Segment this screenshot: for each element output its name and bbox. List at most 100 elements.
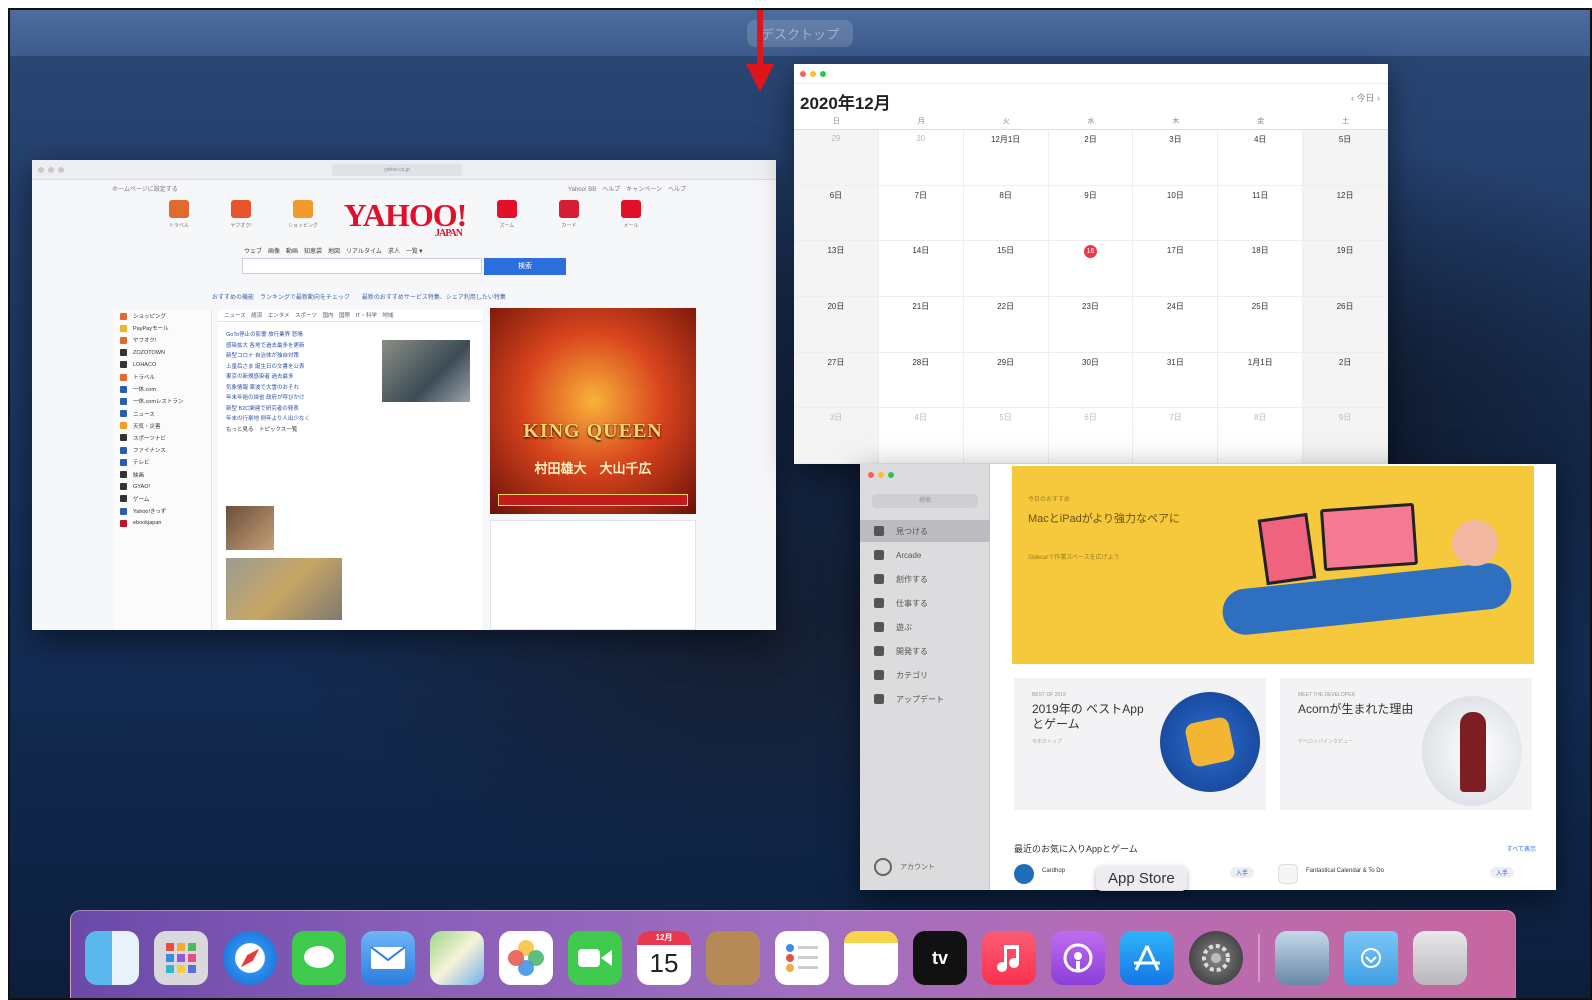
facetime-icon[interactable] [568, 931, 622, 985]
news-item[interactable]: GoTo停止の影響 旅行業界 悲鳴 [218, 330, 368, 341]
sidebar-item[interactable]: Yahoo!きっず [114, 505, 211, 517]
day-cell[interactable]: 10日 [1133, 185, 1219, 242]
login-box[interactable] [490, 520, 696, 630]
contacts-icon[interactable] [706, 931, 760, 985]
featured-banner[interactable]: 今日のおすすめ MacとiPadがより強力なペアに Sidecarで作業スペース… [1012, 466, 1534, 664]
sidebar-item[interactable]: 一休.com [114, 383, 211, 395]
system-preferences-icon[interactable] [1189, 931, 1243, 985]
today-cell[interactable]: 16日 [1048, 241, 1134, 297]
day-cell[interactable]: 26日 [1303, 297, 1388, 353]
advertisement-banner[interactable]: KING QUEEN 村田雄大 大山千広 [490, 308, 696, 514]
minimize-button[interactable] [48, 167, 54, 173]
sidebar-item-create[interactable]: 創作する [860, 568, 990, 590]
zoom-button[interactable] [58, 167, 64, 173]
sidebar-item-discover[interactable]: 見つける [860, 520, 990, 542]
day-cell[interactable]: 5日 [1303, 130, 1388, 186]
safari-window[interactable]: yahoo.co.jp ホームページに設定する Yahoo! BB ヘルプ キャ… [32, 160, 776, 630]
day-cell[interactable]: 25日 [1218, 297, 1304, 353]
day-cell[interactable]: 30日 [1048, 352, 1134, 409]
yahoo-notice[interactable]: おすすめの機能 ランキングで最新動向をチェック 最新のおすすめサービス特集、シェ… [212, 292, 506, 301]
news-tabs[interactable]: ニュース 経済 エンタメ スポーツ 国内 国際 IT・科学 地域 [218, 310, 482, 322]
service-mail[interactable]: メール [606, 200, 656, 229]
news-item[interactable]: 感染拡大 各地で過去最多を更新 [218, 341, 368, 352]
news-item[interactable]: 新型 B2C関連で研究者の発表 [218, 404, 368, 415]
news-item[interactable]: 東京の新規感染者 過去最多 [218, 372, 368, 383]
day-cell[interactable]: 2日 [1048, 130, 1134, 186]
sidebar-item-arcade[interactable]: Arcade [860, 544, 990, 566]
sidebar-item[interactable]: LOHACO [114, 359, 211, 371]
sidebar-item[interactable]: トラベル [114, 371, 211, 383]
see-all-link[interactable]: すべて表示 [1507, 844, 1536, 853]
story-card[interactable]: BEST OF 2019 2019年の ベストAppとゲーム 今年のトップ [1014, 678, 1266, 810]
get-button[interactable]: 入手 [1490, 867, 1515, 878]
notes-icon[interactable] [844, 931, 898, 985]
day-cell[interactable]: 2日 [1303, 352, 1388, 409]
window-controls[interactable] [800, 71, 826, 77]
day-cell[interactable]: 8日 [1218, 408, 1304, 464]
story-card[interactable]: MEET THE DEVELOPER Acornが生まれた理由 デベロッパインタ… [1280, 678, 1532, 810]
day-cell[interactable]: 21日 [878, 297, 964, 353]
music-icon[interactable] [982, 931, 1036, 985]
sidebar-item[interactable]: PayPayモール [114, 322, 211, 334]
news-item[interactable]: 年末年始の帰省 政府が呼びかけ [218, 393, 368, 404]
sidebar-item[interactable]: GYAO! [114, 481, 211, 493]
day-cell[interactable]: 17日 [1133, 241, 1219, 297]
day-cell[interactable]: 12月1日 [963, 130, 1049, 186]
day-cell[interactable]: 24日 [1133, 297, 1219, 353]
service-shopping[interactable]: ショッピング [278, 200, 328, 229]
service-travel[interactable]: トラベル [154, 200, 204, 229]
sidebar-item[interactable]: 映画 [114, 468, 211, 480]
day-cell[interactable]: 3日 [1133, 130, 1219, 186]
safari-icon[interactable] [223, 931, 277, 985]
address-bar[interactable]: yahoo.co.jp [332, 164, 462, 176]
sidebar-item[interactable]: ファイナンス [114, 444, 211, 456]
window-controls[interactable] [38, 167, 64, 173]
messages-icon[interactable] [292, 931, 346, 985]
sidebar-item[interactable]: 一休.comレストラン [114, 395, 211, 407]
finder-icon[interactable] [85, 931, 139, 985]
day-cell[interactable]: 7日 [1133, 408, 1219, 464]
sidebar-item[interactable]: スポーツナビ [114, 432, 211, 444]
sidebar-item-work[interactable]: 仕事する [860, 592, 990, 614]
sidebar-item[interactable]: 天気・災害 [114, 420, 211, 432]
day-cell[interactable]: 29日 [963, 352, 1049, 409]
launchpad-icon[interactable] [154, 931, 208, 985]
sidebar-item[interactable]: ZOZOTOWN [114, 347, 211, 359]
sidebar-item-develop[interactable]: 開発する [860, 640, 990, 662]
trash-icon[interactable] [1413, 931, 1467, 985]
day-cell[interactable]: 31日 [1133, 352, 1219, 409]
day-cell[interactable]: 23日 [1048, 297, 1134, 353]
top-links[interactable]: Yahoo! BB ヘルプ キャンペーン ヘルプ [568, 184, 686, 196]
day-cell[interactable]: 8日 [963, 185, 1049, 242]
day-cell[interactable]: 15日 [963, 241, 1049, 297]
fantastical-icon[interactable] [1278, 864, 1298, 884]
day-cell[interactable]: 27日 [794, 352, 879, 409]
news-photo[interactable] [382, 340, 470, 402]
sidebar-item[interactable]: ebookjapan [114, 517, 211, 529]
day-cell[interactable]: 7日 [878, 185, 964, 242]
apple-tv-icon[interactable]: tv [913, 931, 967, 985]
day-cell[interactable]: 9日 [1048, 185, 1134, 242]
day-cell[interactable]: 3日 [794, 408, 879, 464]
day-cell[interactable]: 6日 [1048, 408, 1134, 464]
sidebar-item-updates[interactable]: アップデート [860, 688, 990, 710]
app-store-icon[interactable] [1120, 931, 1174, 985]
news-item[interactable]: 年末の行楽地 例年より人出少なく [218, 414, 368, 425]
close-button[interactable] [800, 71, 806, 77]
news-more-link[interactable]: もっと見る トピックス一覧 [218, 425, 368, 436]
day-cell[interactable]: 4日 [878, 408, 964, 464]
calendar-icon[interactable]: 12月 15 [637, 931, 691, 985]
day-cell[interactable]: 5日 [963, 408, 1049, 464]
sidebar-item[interactable]: ヤフオク! [114, 334, 211, 346]
service-card[interactable]: カード [544, 200, 594, 229]
spaces-bar[interactable]: デスクトップ [10, 10, 1590, 56]
yahoo-search-input[interactable] [242, 258, 482, 274]
podcasts-icon[interactable] [1051, 931, 1105, 985]
day-cell[interactable]: 29 [794, 130, 879, 186]
app-store-window[interactable]: 検索 見つける Arcade 創作する 仕事する 遊ぶ 開発する カテゴリ アッ… [860, 464, 1556, 890]
day-cell[interactable]: 11日 [1218, 185, 1304, 242]
account-button[interactable]: アカウント [874, 858, 935, 876]
close-button[interactable] [868, 472, 874, 478]
day-cell[interactable]: 9日 [1303, 408, 1388, 464]
window-controls[interactable] [868, 472, 894, 478]
